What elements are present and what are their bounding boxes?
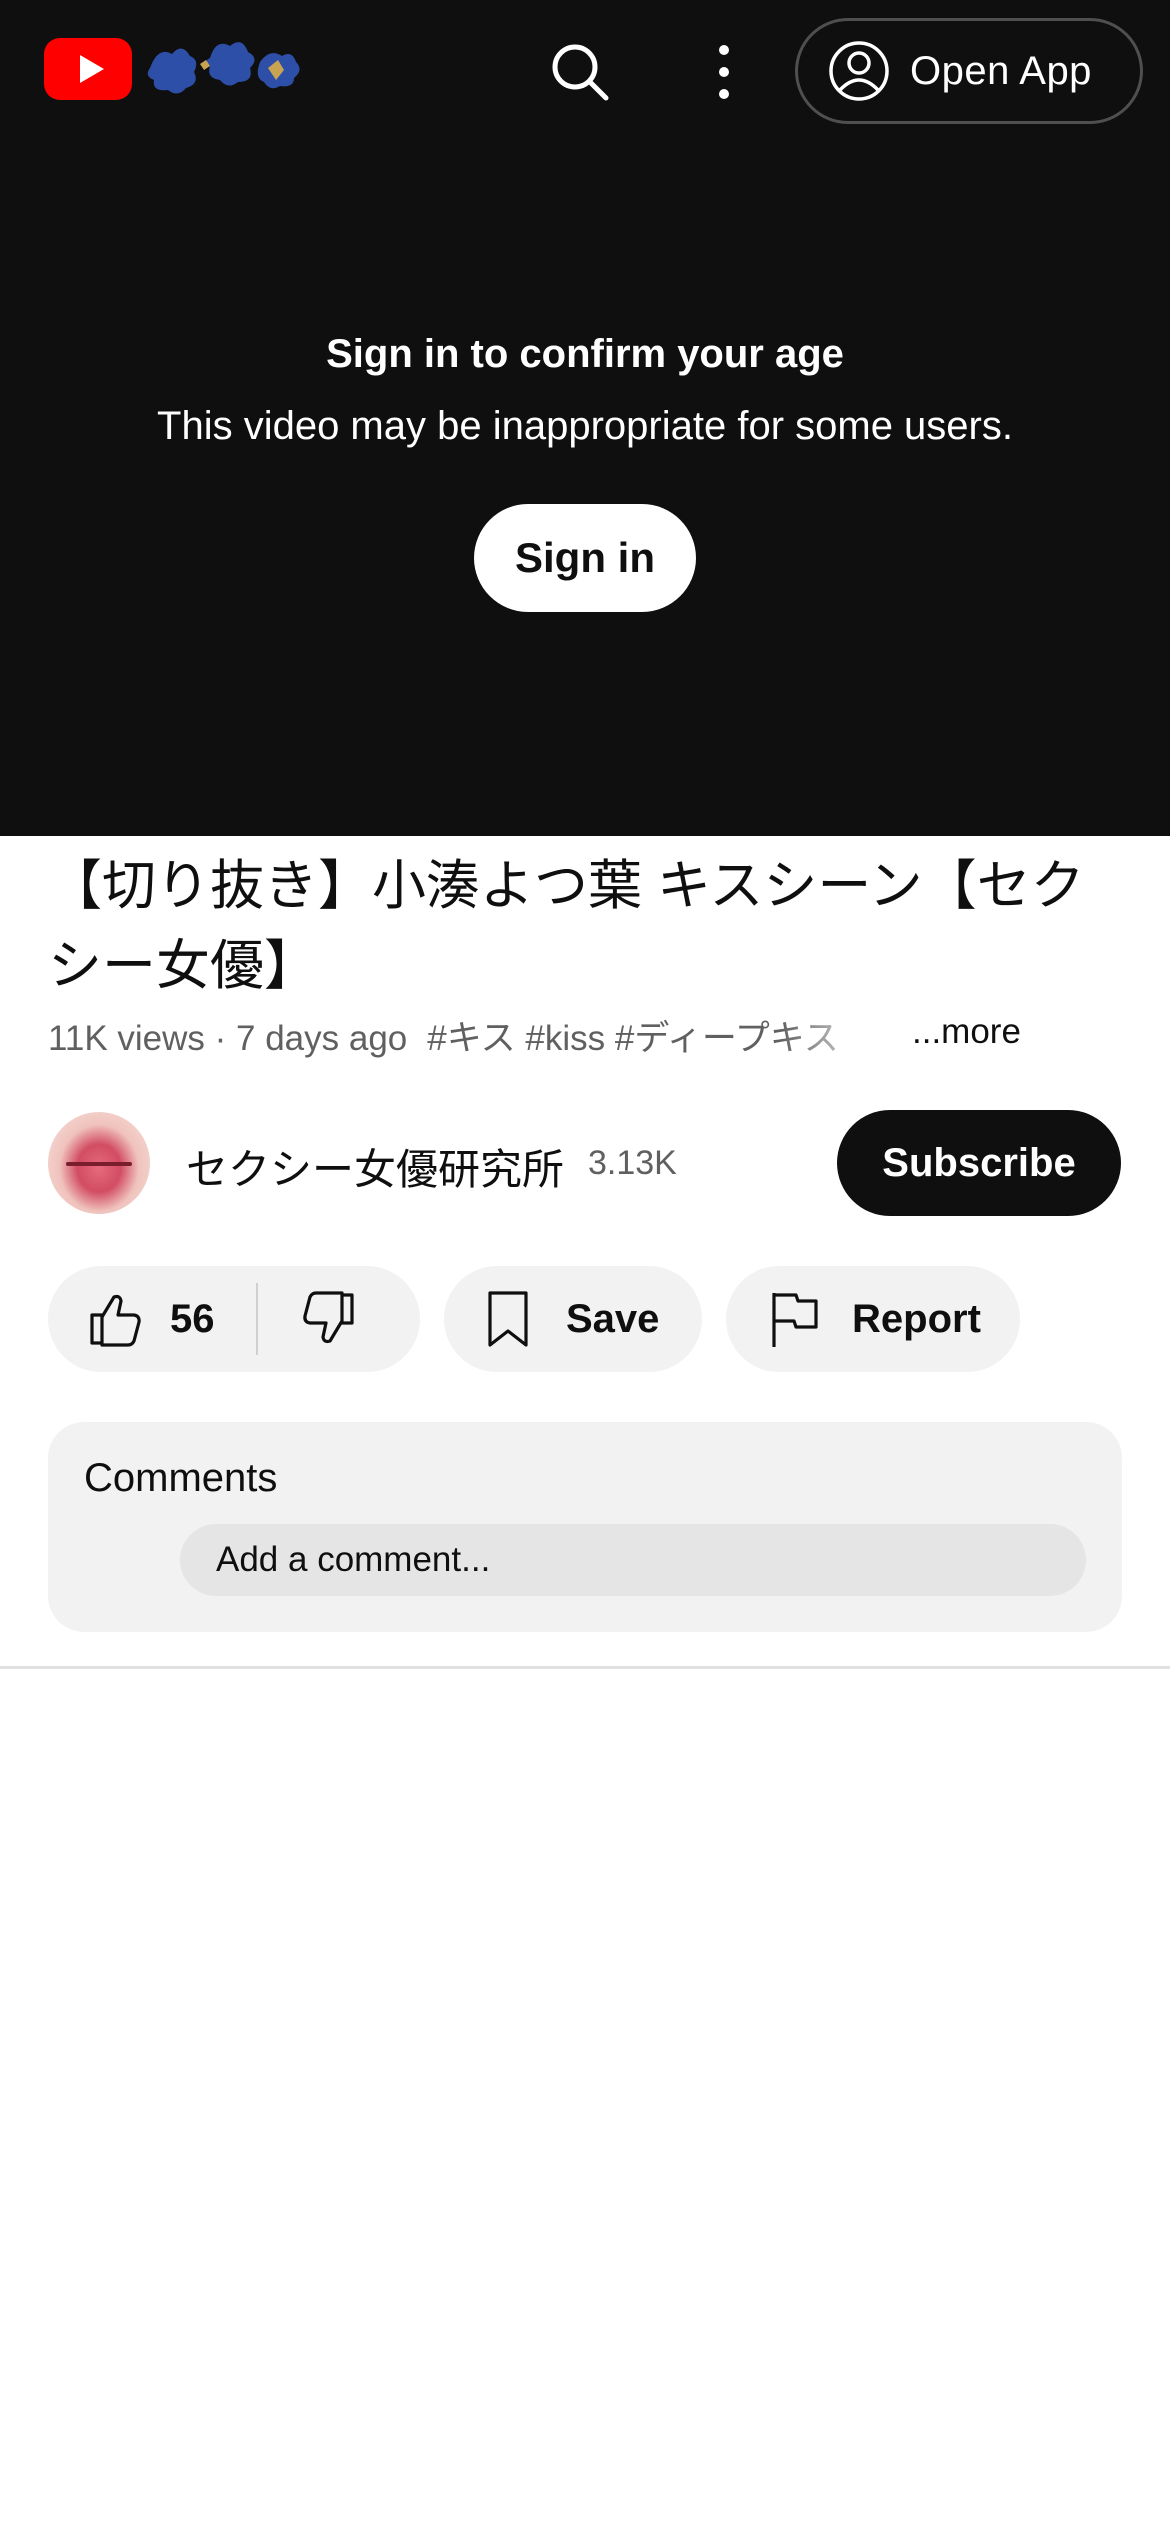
comments-section[interactable]: Comments Add a comment... (48, 1422, 1122, 1632)
video-player-area: Open App Sign in to confirm your age Thi… (0, 0, 1170, 836)
sign-in-button[interactable]: Sign in (474, 504, 696, 612)
account-circle-icon (829, 41, 889, 101)
subscribe-button[interactable]: Subscribe (837, 1110, 1121, 1216)
bookmark-icon (488, 1291, 528, 1347)
open-app-label: Open App (910, 48, 1092, 93)
add-comment-input[interactable]: Add a comment... (180, 1524, 1086, 1596)
youtube-play-icon (80, 55, 104, 83)
like-dislike-pill: 56 (48, 1266, 420, 1372)
comments-heading: Comments (84, 1456, 278, 1500)
thumbs-up-icon (90, 1294, 141, 1347)
seasonal-doodle-icon (147, 42, 300, 94)
flag-icon (772, 1293, 818, 1347)
youtube-logo[interactable] (44, 38, 132, 100)
search-icon[interactable] (548, 40, 612, 104)
like-count: 56 (170, 1296, 215, 1341)
age-gate-title: Sign in to confirm your age (326, 332, 844, 376)
subscriber-count: 3.13K (588, 1144, 677, 1182)
more-description-link[interactable]: ...more (912, 1012, 1021, 1052)
dislike-button[interactable] (258, 1266, 358, 1372)
section-divider (0, 1666, 1170, 1669)
age-gate-subtitle: This video may be inappropriate for some… (157, 404, 1013, 448)
open-app-button[interactable]: Open App (795, 18, 1143, 124)
avatar-image-detail (66, 1162, 132, 1166)
save-button[interactable]: Save (444, 1266, 702, 1372)
views-and-age: 11K views · 7 days ago (48, 1019, 408, 1058)
video-title[interactable]: 【切り抜き】小湊よつ葉 キスシーン【セクシー女優】 (48, 846, 1128, 1006)
channel-avatar[interactable] (48, 1112, 150, 1214)
hashtags: #キス #kiss #ディープキス (427, 1019, 839, 1058)
save-label: Save (566, 1296, 660, 1341)
channel-name[interactable]: セクシー女優研究所 (186, 1136, 564, 1197)
like-button[interactable]: 56 (48, 1266, 234, 1372)
tags-fade-overlay (780, 1006, 900, 1066)
report-label: Report (852, 1296, 981, 1341)
more-vertical-icon[interactable] (692, 38, 756, 106)
report-button[interactable]: Report (726, 1266, 1020, 1372)
thumbs-down-icon (303, 1291, 354, 1344)
